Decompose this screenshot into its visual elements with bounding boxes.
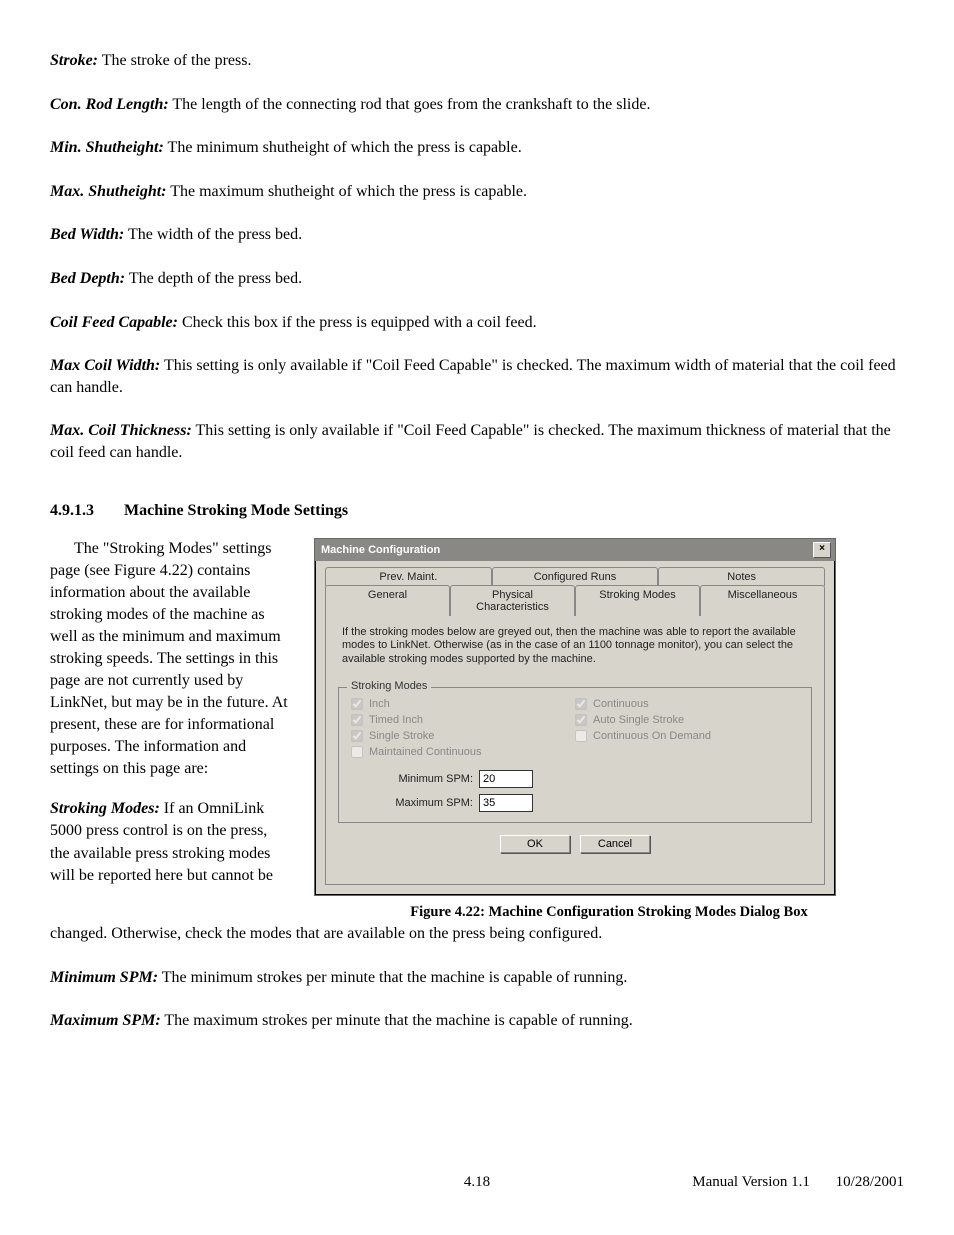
page-footer: 4.18 Manual Version 1.1 10/28/2001 (50, 1174, 904, 1191)
tab-notes[interactable]: Notes (658, 567, 825, 586)
checkbox-icon[interactable] (351, 730, 363, 742)
def-max-coil-thick: Max. Coil Thickness: This setting is onl… (50, 420, 904, 463)
figure-caption: Figure 4.22: Machine Configuration Strok… (314, 904, 904, 921)
checkbox-icon[interactable] (575, 730, 587, 742)
tab-stroking-modes[interactable]: Stroking Modes (575, 585, 700, 616)
chk-continuous-on-demand[interactable]: Continuous On Demand (575, 730, 799, 742)
max-spm-input[interactable] (479, 794, 533, 812)
def-min-shutheight: Min. Shutheight: The minimum shutheight … (50, 137, 904, 159)
ok-button[interactable]: OK (500, 835, 570, 853)
machine-configuration-dialog: Machine Configuration × Prev. Maint. Con… (314, 538, 836, 896)
chk-inch[interactable]: Inch (351, 698, 575, 710)
intro-paragraph: The "Stroking Modes" settings page (see … (50, 538, 290, 781)
def-min-spm: Minimum SPM: The minimum strokes per min… (50, 967, 904, 989)
chk-maintained-continuous[interactable]: Maintained Continuous (351, 746, 575, 758)
def-max-spm: Maximum SPM: The maximum strokes per min… (50, 1010, 904, 1032)
def-stroke: Stroke: The stroke of the press. (50, 50, 904, 72)
tab-physical-characteristics[interactable]: Physical Characteristics (450, 585, 575, 616)
dialog-title: Machine Configuration (321, 544, 440, 556)
fieldset-legend: Stroking Modes (347, 680, 431, 692)
checkbox-icon[interactable] (351, 714, 363, 726)
chk-auto-single-stroke[interactable]: Auto Single Stroke (575, 714, 799, 726)
min-spm-input[interactable] (479, 770, 533, 788)
max-spm-label: Maximum SPM: (351, 797, 473, 809)
tab-general[interactable]: General (325, 585, 450, 616)
stroking-modes-para: Stroking Modes: If an OmniLink 5000 pres… (50, 798, 290, 886)
dialog-titlebar[interactable]: Machine Configuration × (315, 539, 835, 561)
section-heading: 4.9.1.3Machine Stroking Mode Settings (50, 502, 904, 520)
def-bed-depth: Bed Depth: The depth of the press bed. (50, 268, 904, 290)
checkbox-icon[interactable] (575, 714, 587, 726)
chk-single-stroke[interactable]: Single Stroke (351, 730, 575, 742)
checkbox-icon[interactable] (351, 698, 363, 710)
checkbox-icon[interactable] (351, 746, 363, 758)
def-max-coil-width: Max Coil Width: This setting is only ava… (50, 355, 904, 398)
tab-miscellaneous[interactable]: Miscellaneous (700, 585, 825, 616)
chk-timed-inch[interactable]: Timed Inch (351, 714, 575, 726)
manual-version: Manual Version 1.1 (692, 1174, 810, 1190)
after-figure-para: changed. Otherwise, check the modes that… (50, 923, 904, 945)
page-number: 4.18 (464, 1174, 490, 1191)
panel-info-text: If the stroking modes below are greyed o… (338, 626, 812, 667)
min-spm-label: Minimum SPM: (351, 773, 473, 785)
tab-panel-stroking-modes: If the stroking modes below are greyed o… (325, 615, 825, 885)
checkbox-icon[interactable] (575, 698, 587, 710)
close-icon[interactable]: × (813, 542, 831, 558)
stroking-modes-fieldset: Stroking Modes Inch Continuous Timed Inc… (338, 687, 812, 823)
tab-prev-maint[interactable]: Prev. Maint. (325, 567, 492, 586)
def-coil-feed: Coil Feed Capable: Check this box if the… (50, 312, 904, 334)
cancel-button[interactable]: Cancel (580, 835, 650, 853)
chk-continuous[interactable]: Continuous (575, 698, 799, 710)
def-conrod: Con. Rod Length: The length of the conne… (50, 94, 904, 116)
def-bed-width: Bed Width: The width of the press bed. (50, 224, 904, 246)
manual-date: 10/28/2001 (836, 1174, 904, 1190)
def-max-shutheight: Max. Shutheight: The maximum shutheight … (50, 181, 904, 203)
tab-configured-runs[interactable]: Configured Runs (492, 567, 659, 586)
